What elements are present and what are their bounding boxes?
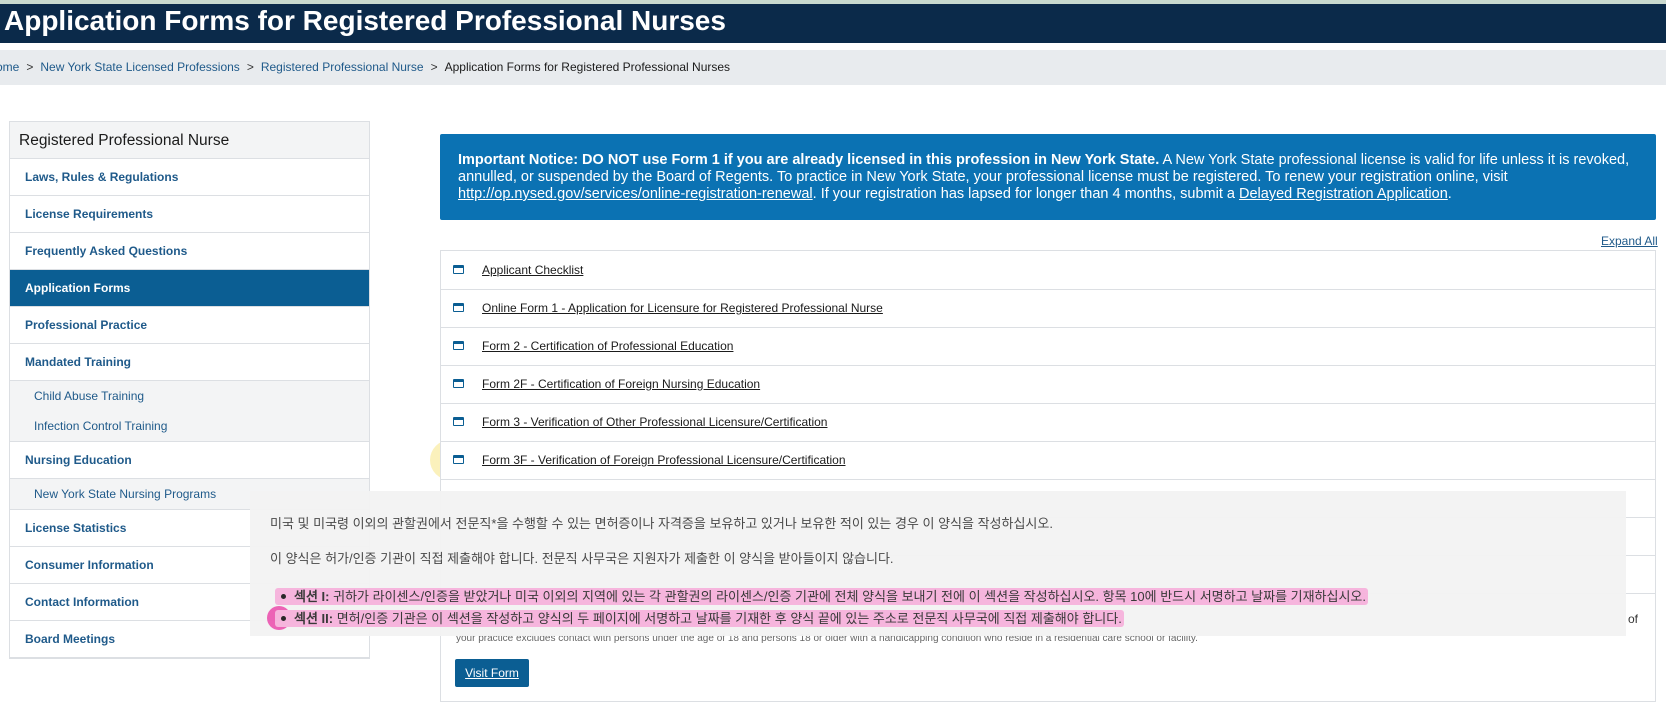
window-icon (453, 303, 464, 312)
overlay-bullet-2: 섹션 II: 면허/인증 기관은 이 섹션을 작성하고 양식의 두 페이지에 서… (275, 608, 1124, 627)
sidebar-heading: Registered Professional Nurse (10, 122, 369, 159)
expand-all-link[interactable]: Expand All (1601, 234, 1658, 248)
breadcrumb-separator: > (430, 60, 438, 74)
form-link-applicant-checklist[interactable]: Applicant Checklist (482, 263, 583, 277)
page-header: Application Forms for Registered Profess… (0, 4, 1666, 43)
renewal-link[interactable]: http://op.nysed.gov/services/online-regi… (458, 186, 813, 202)
section-2-text: 면허/인증 기관은 이 섹션을 작성하고 양식의 두 페이지에 서명하고 날짜를… (336, 611, 1122, 626)
accordion-row[interactable]: Form 3 - Verification of Other Professio… (441, 403, 1655, 442)
delayed-registration-link[interactable]: Delayed Registration Application (1239, 186, 1448, 202)
breadcrumb-licensed-professions[interactable]: New York State Licensed Professions (40, 60, 239, 74)
sidebar-subitem-child-abuse-training[interactable]: Child Abuse Training (10, 381, 369, 411)
form-link-form-2f[interactable]: Form 2F - Certification of Foreign Nursi… (482, 377, 760, 391)
pink-highlight: 섹션 I: 귀하가 라이센스/인증을 받았거나 미국 이외의 지역에 있는 각 … (275, 588, 1369, 605)
notice-text: . If your registration has lapsed for lo… (812, 186, 1240, 202)
breadcrumb-separator: > (26, 60, 34, 74)
window-icon (453, 265, 464, 274)
sidebar-item-laws-rules[interactable]: Laws, Rules & Regulations (10, 159, 369, 196)
form-link-online-form-1[interactable]: Online Form 1 - Application for Licensur… (482, 301, 883, 315)
overlay-line-1: 미국 및 미국령 이외의 관할권에서 전문직*을 수행할 수 있는 면허증이나 … (270, 516, 1053, 531)
sidebar-subitem-infection-control[interactable]: Infection Control Training (10, 411, 369, 442)
accordion-row[interactable]: Online Form 1 - Application for Licensur… (441, 289, 1655, 328)
breadcrumb-registered-nurse[interactable]: Registered Professional Nurse (261, 60, 424, 74)
form-link-form-2[interactable]: Form 2 - Certification of Professional E… (482, 339, 733, 353)
important-notice: Important Notice: DO NOT use Form 1 if y… (440, 134, 1656, 220)
notice-text: . (1447, 186, 1452, 202)
overlay-line-2: 이 양식은 허가/인증 기관이 직접 제출해야 합니다. 전문직 사무국은 지원… (270, 551, 894, 566)
breadcrumb-bar: ome > New York State Licensed Professions >… (0, 50, 1666, 85)
breadcrumb-home[interactable]: ome (0, 60, 19, 74)
sidebar-item-license-requirements[interactable]: License Requirements (10, 196, 369, 233)
section-2-label: 섹션 II: (294, 611, 334, 626)
translation-overlay: 미국 및 미국령 이외의 관할권에서 전문직*을 수행할 수 있는 면허증이나 … (250, 491, 1626, 636)
section-1-label: 섹션 I: (294, 589, 330, 604)
sidebar-item-nursing-education[interactable]: Nursing Education (10, 442, 369, 479)
form-description-text: of (1628, 612, 1639, 626)
sidebar-item-professional-practice[interactable]: Professional Practice (10, 307, 369, 344)
window-icon (453, 455, 464, 464)
form-link-form-3[interactable]: Form 3 - Verification of Other Professio… (482, 415, 827, 429)
bullet-icon (281, 616, 286, 621)
pink-highlight: 섹션 II: 면허/인증 기관은 이 섹션을 작성하고 양식의 두 페이지에 서… (275, 610, 1124, 627)
window-icon (453, 417, 464, 426)
page-title: Application Forms for Registered Profess… (4, 5, 726, 36)
accordion-row[interactable]: Form 3F - Verification of Foreign Profes… (441, 441, 1655, 480)
accordion-row[interactable]: Form 2 - Certification of Professional E… (441, 327, 1655, 366)
accordion-row[interactable]: Applicant Checklist (441, 251, 1655, 290)
sidebar-item-mandated-training[interactable]: Mandated Training (10, 344, 369, 381)
sidebar-item-application-forms[interactable]: Application Forms (10, 270, 369, 307)
overlay-bullet-1: 섹션 I: 귀하가 라이센스/인증을 받았거나 미국 이외의 지역에 있는 각 … (275, 586, 1369, 605)
form-link-form-3f[interactable]: Form 3F - Verification of Foreign Profes… (482, 453, 846, 467)
visit-form-button[interactable]: Visit Form (455, 659, 529, 687)
accordion-row[interactable]: Form 2F - Certification of Foreign Nursi… (441, 365, 1655, 404)
window-icon (453, 341, 464, 350)
sidebar-item-faq[interactable]: Frequently Asked Questions (10, 233, 369, 270)
bullet-icon (281, 594, 286, 599)
notice-bold: Important Notice: DO NOT use Form 1 if y… (458, 152, 1160, 168)
section-1-text: 귀하가 라이센스/인증을 받았거나 미국 이외의 지역에 있는 각 관할권의 라… (333, 589, 1367, 604)
breadcrumb: ome > New York State Licensed Professions >… (0, 60, 730, 74)
window-icon (453, 379, 464, 388)
breadcrumb-separator: > (246, 60, 254, 74)
breadcrumb-current: Application Forms for Registered Profess… (444, 60, 731, 74)
header-gap (0, 43, 1666, 50)
